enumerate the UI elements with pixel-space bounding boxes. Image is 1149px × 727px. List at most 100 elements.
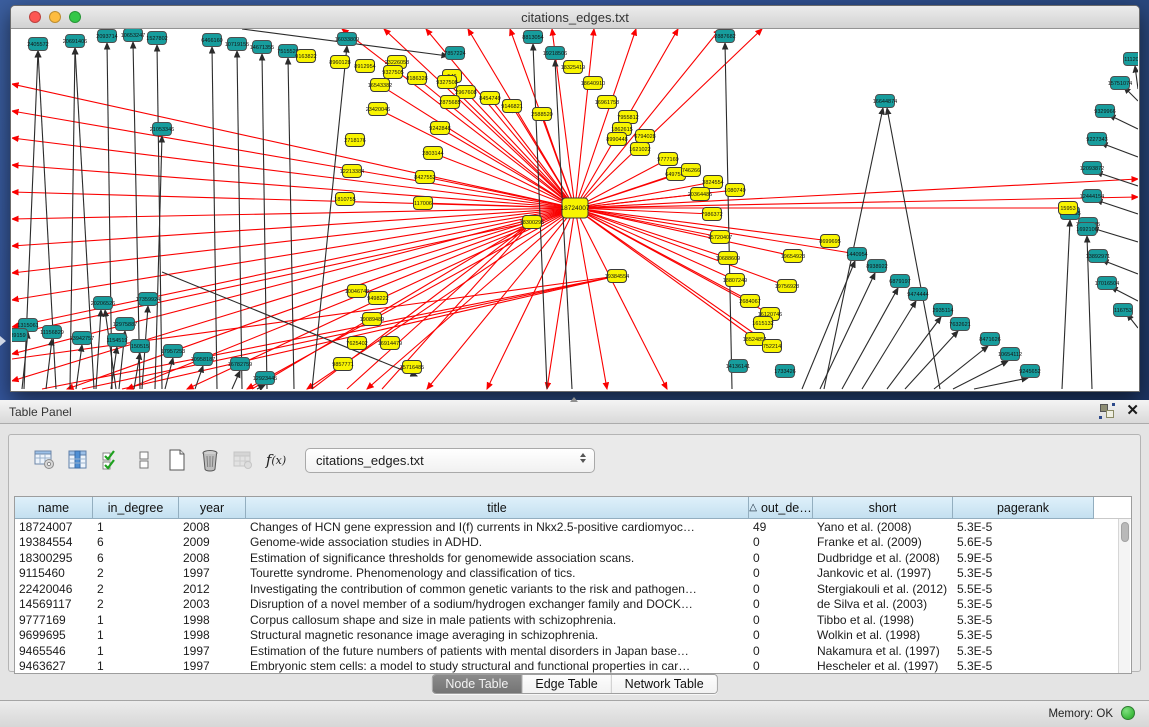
graph-node[interactable]: 1733426	[774, 365, 795, 378]
graph-node[interactable]: 8699695	[819, 235, 840, 248]
graph-node[interactable]: 1615132	[752, 317, 773, 330]
splitter-grip[interactable]	[570, 397, 578, 402]
graph-node[interactable]: 1080749	[724, 184, 745, 197]
graph-node[interactable]: 8186328	[406, 72, 427, 85]
graph-node[interactable]: 1692106	[1076, 223, 1097, 236]
graph-node[interactable]: 2405572	[27, 38, 48, 51]
table-row[interactable]: 977716911998Corpus callosum shape and si…	[15, 612, 1131, 628]
graph-node[interactable]: 39159	[12, 329, 28, 342]
column-header-pagerank[interactable]: pagerank	[953, 497, 1094, 519]
graph-node[interactable]: 7955812	[617, 111, 638, 124]
graph-node[interactable]: 19218506	[543, 47, 567, 60]
graph-node[interactable]: 10688609	[716, 252, 740, 265]
tab-network-table[interactable]: Network Table	[612, 675, 717, 693]
graph-node[interactable]: 1621022	[629, 143, 650, 156]
graph-node[interactable]: 17016504	[1095, 277, 1119, 290]
graph-node[interactable]: 7625402	[346, 337, 367, 350]
graph-node[interactable]: 8471626	[979, 333, 1000, 346]
table-panel-titlebar[interactable]: Table Panel ✕	[0, 400, 1149, 424]
new-document-icon[interactable]	[165, 448, 189, 472]
graph-node[interactable]: 9329966	[1094, 105, 1115, 118]
graph-node[interactable]: 6879197	[889, 275, 910, 288]
tab-node-table[interactable]: Node Table	[432, 675, 522, 693]
graph-node[interactable]: 12923445	[253, 372, 277, 385]
graph-node[interactable]: 8990448	[606, 133, 627, 146]
graph-node[interactable]: 9327505	[382, 66, 403, 79]
graph-node[interactable]: 21053346	[150, 123, 174, 136]
graph-node[interactable]: 8427552	[414, 171, 435, 184]
graph-node[interactable]: 2718176	[344, 134, 365, 147]
graph-node[interactable]: 16914479	[378, 337, 402, 350]
graph-node[interactable]: 16782759	[228, 358, 252, 371]
graph-node[interactable]: 2684067	[739, 295, 760, 308]
graph-node[interactable]: 9327508	[436, 76, 457, 89]
function-builder-icon[interactable]: f(x)	[264, 448, 288, 472]
graph-node[interactable]: 117006	[414, 197, 433, 210]
graph-node[interactable]: 16961758	[595, 96, 619, 109]
graph-node[interactable]: 8960128	[329, 56, 350, 69]
graph-node[interactable]: 11156829	[40, 326, 64, 339]
graph-node[interactable]: 2803144	[422, 147, 443, 160]
graph-node[interactable]: 12444154	[1080, 190, 1104, 203]
float-panel-icon[interactable]	[1100, 404, 1114, 418]
close-panel-icon[interactable]: ✕	[1126, 404, 1139, 418]
citation-network-graph[interactable]: 2405572206914062093714106532471527802646…	[12, 29, 1138, 390]
column-header-in_degree[interactable]: in_degree	[93, 497, 179, 519]
graph-node[interactable]: 8912954	[354, 60, 375, 73]
graph-node[interactable]: 752214	[763, 340, 782, 353]
graph-node[interactable]: 19089489	[360, 313, 384, 326]
graph-node[interactable]: 9245652	[1019, 365, 1040, 378]
graph-node[interactable]: 10654112	[998, 348, 1022, 361]
graph-node[interactable]: 23420046	[366, 103, 390, 116]
graph-node[interactable]: 13892971	[1086, 250, 1110, 263]
graph-node[interactable]: 19384554	[605, 270, 629, 283]
graph-node[interactable]: 2887682	[714, 30, 735, 43]
memory-status-icon[interactable]	[1121, 706, 1135, 720]
graph-node[interactable]: 17359924	[136, 293, 160, 306]
graph-node[interactable]: 1154519	[106, 334, 127, 347]
table-row[interactable]: 1872400712008Changes of HCN gene express…	[15, 519, 1131, 535]
graph-node[interactable]: 8454749	[479, 92, 500, 105]
graph-node[interactable]: 12093872	[1080, 162, 1104, 175]
graph-node[interactable]: 6466160	[201, 34, 222, 47]
column-header-short[interactable]: short	[813, 497, 953, 519]
table-row[interactable]: 1830029562008Estimation of significance …	[15, 550, 1131, 566]
graph-node[interactable]: 12213384	[340, 165, 364, 178]
graph-node[interactable]: 7632621	[949, 318, 970, 331]
graph-node[interactable]: 1440954	[846, 248, 867, 261]
graph-node[interactable]: 8938922	[866, 260, 887, 273]
graph-node[interactable]: 8813054	[522, 31, 543, 44]
graph-node[interactable]: 150515	[131, 340, 150, 353]
graph-node[interactable]: 7986372	[701, 208, 722, 221]
graph-node[interactable]: 746266	[682, 164, 701, 177]
graph-node[interactable]: 20691406	[63, 35, 87, 48]
graph-node[interactable]: 2875685	[439, 96, 460, 109]
graph-node[interactable]: 10958187	[191, 353, 215, 366]
table-row[interactable]: 1456911722003Disruption of a novel membe…	[15, 597, 1131, 613]
graph-node[interactable]: 9242848	[429, 122, 450, 135]
select-all-icon[interactable]	[99, 448, 123, 472]
graph-node[interactable]: 116753	[1114, 304, 1133, 317]
table-row[interactable]: 946362711997Embryonic stem cells: a mode…	[15, 659, 1131, 675]
graph-node[interactable]: 16033809	[335, 33, 359, 46]
graph-node[interactable]: 111204	[1124, 53, 1139, 66]
graph-node[interactable]: 9857771	[332, 358, 353, 371]
table-row[interactable]: 1938455462009Genome-wide association stu…	[15, 535, 1131, 551]
graph-node[interactable]: 19654923	[781, 250, 805, 263]
table-row[interactable]: 911546021997Tourette syndrome. Phenomeno…	[15, 566, 1131, 582]
graph-node[interactable]: 18724007	[561, 198, 590, 218]
column-header-name[interactable]: name	[15, 497, 93, 519]
graph-node[interactable]: 10719155	[225, 38, 249, 51]
rows-icon[interactable]	[132, 448, 156, 472]
graph-node[interactable]: 2588520	[531, 108, 552, 121]
table-selector-dropdown[interactable]: citations_edges.txt	[305, 448, 595, 473]
graph-node[interactable]: 2935114	[932, 304, 953, 317]
graph-node[interactable]: 19756928	[775, 280, 799, 293]
graph-node[interactable]: 17957253	[161, 345, 185, 358]
graph-node[interactable]: 10653247	[121, 29, 145, 42]
graph-node[interactable]: 6794028	[634, 130, 655, 143]
graph-node[interactable]: 9146821	[501, 100, 522, 113]
graph-node[interactable]: 15720407	[708, 231, 732, 244]
graph-node[interactable]: 9163822	[295, 50, 316, 63]
graph-node[interactable]: 1810755	[334, 193, 355, 206]
